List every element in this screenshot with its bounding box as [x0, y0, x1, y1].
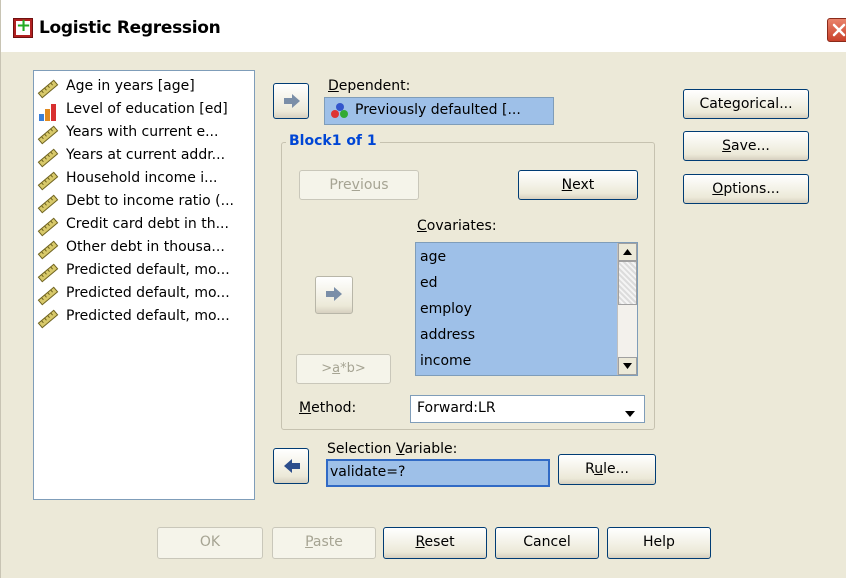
variable-list-item[interactable]: Debt to income ratio (... [34, 192, 254, 215]
next-button[interactable]: Next [518, 170, 638, 200]
options-button[interactable]: Options... [683, 174, 809, 204]
cancel-button[interactable]: Cancel [495, 527, 599, 559]
close-button[interactable] [827, 18, 846, 42]
covariate-item[interactable]: income [420, 348, 471, 374]
variable-label: Debt to income ratio (... [66, 193, 234, 209]
ruler-icon [37, 240, 59, 260]
variable-label: Age in years [age] [66, 78, 195, 94]
ruler-icon [37, 286, 59, 306]
right-arrow-icon [284, 94, 300, 108]
down-arrow-icon [623, 363, 632, 369]
categorical-button[interactable]: Categorical... [683, 89, 809, 119]
ruler-icon [37, 217, 59, 237]
ok-button[interactable]: OK [157, 527, 263, 559]
covariate-item[interactable]: employ [420, 296, 472, 322]
close-icon [832, 23, 846, 37]
scroll-down-button[interactable] [618, 357, 637, 375]
selection-variable-value: validate=? [330, 464, 406, 480]
covariates-scrollbar[interactable] [617, 243, 637, 375]
ruler-icon [37, 309, 59, 329]
logistic-regression-dialog: Logistic Regression Age in years [age] Le… [0, 0, 846, 578]
block-title: Block1 of 1 [286, 133, 380, 149]
dependent-value: Previously defaulted [... [355, 102, 521, 118]
ruler-icon [37, 194, 59, 214]
help-button[interactable]: Help [607, 527, 711, 559]
nominal-variable-icon [330, 102, 350, 124]
move-to-dependent-button[interactable] [273, 83, 309, 119]
variable-list-item[interactable]: Predicted default, mo... [34, 261, 254, 284]
variable-label: Household income i... [66, 170, 218, 186]
variable-list-item[interactable]: Years with current e... [34, 123, 254, 146]
save-button[interactable]: Save... [683, 131, 809, 161]
window-title: Logistic Regression [39, 18, 221, 38]
scroll-up-button[interactable] [618, 243, 637, 261]
covariate-item[interactable]: address [420, 322, 475, 348]
covariate-item[interactable]: ed [420, 270, 438, 296]
interaction-button[interactable]: >a*b> [296, 354, 391, 384]
title-bar: Logistic Regression [1, 0, 846, 52]
variable-label: Years at current addr... [66, 147, 226, 163]
ruler-icon [37, 171, 59, 191]
scroll-thumb[interactable] [618, 261, 637, 305]
left-arrow-icon [284, 459, 300, 473]
covariate-item[interactable]: age [420, 244, 446, 270]
variable-list-item[interactable]: Age in years [age] [34, 77, 254, 100]
ruler-icon [37, 263, 59, 283]
variable-label: Credit card debt in th... [66, 216, 229, 232]
variable-list-item[interactable]: Years at current addr... [34, 146, 254, 169]
covariates-list[interactable]: age ed employ address income [415, 242, 638, 376]
move-to-covariates-button[interactable] [315, 276, 353, 314]
variable-label: Predicted default, mo... [66, 262, 230, 278]
up-arrow-icon [623, 249, 632, 255]
variable-label: Other debt in thousa... [66, 239, 225, 255]
previous-button[interactable]: Previous [299, 170, 419, 200]
method-value: Forward:LR [417, 400, 496, 416]
rule-button[interactable]: Rule... [558, 454, 656, 485]
variable-label: Years with current e... [66, 124, 219, 140]
ruler-icon [37, 125, 59, 145]
ruler-icon [37, 148, 59, 168]
variable-label: Predicted default, mo... [66, 308, 230, 324]
ruler-icon [37, 79, 59, 99]
paste-button[interactable]: Paste [272, 527, 376, 559]
selection-variable-field[interactable]: validate=? [326, 459, 550, 487]
variable-label: Predicted default, mo... [66, 285, 230, 301]
right-arrow-icon [326, 287, 342, 301]
variable-list-item[interactable]: Predicted default, mo... [34, 307, 254, 330]
chevron-down-icon [624, 406, 636, 422]
app-icon [13, 16, 33, 38]
method-label: Method: [299, 400, 357, 416]
selection-variable-label: Selection Variable: [327, 441, 458, 457]
variable-list-item[interactable]: Household income i... [34, 169, 254, 192]
covariates-label: Covariates: [417, 218, 497, 234]
move-to-selection-button[interactable] [273, 448, 309, 484]
variable-label: Level of education [ed] [66, 101, 228, 117]
reset-button[interactable]: Reset [383, 527, 487, 559]
dependent-label: Dependent: [328, 78, 411, 94]
source-variable-list[interactable]: Age in years [age] Level of education [ed… [33, 70, 255, 500]
bar-chart-icon [37, 102, 59, 122]
variable-list-item[interactable]: Credit card debt in th... [34, 215, 254, 238]
variable-list-item[interactable]: Predicted default, mo... [34, 284, 254, 307]
variable-list-item[interactable]: Other debt in thousa... [34, 238, 254, 261]
variable-list-item[interactable]: Level of education [ed] [34, 100, 254, 123]
method-dropdown[interactable]: Forward:LR [410, 395, 645, 423]
dependent-field[interactable]: Previously defaulted [... [324, 97, 554, 125]
